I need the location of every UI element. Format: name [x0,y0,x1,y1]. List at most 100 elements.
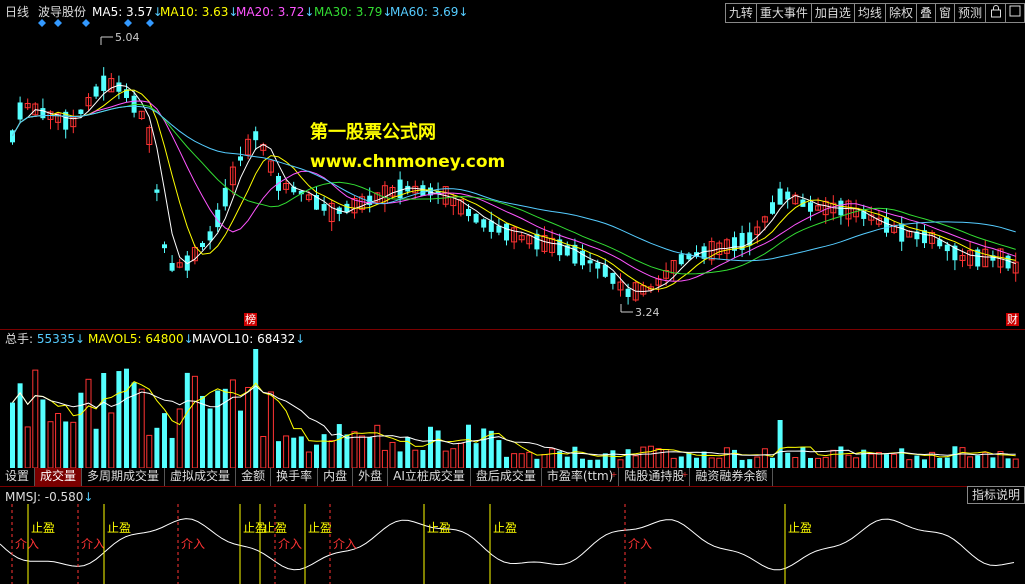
candle-body [1005,255,1011,269]
candle-body [625,288,631,297]
tab-amount[interactable]: 金额 [236,468,272,486]
volume-bar [830,449,837,468]
volume-bar [640,446,647,468]
volume-bar [381,449,388,468]
volume-bar [1005,458,1011,468]
mmsj-header: MMSJ: -0.580↓ [0,488,1025,504]
finance-tag-badge[interactable]: 财 [1006,313,1019,326]
tab-multi-period-volume[interactable]: 多周期成交量 [82,468,166,486]
volume-bar [154,427,160,468]
buy-in-label: 介入 [81,537,105,551]
price-chart-pane[interactable] [0,23,1025,329]
mavol10-value: 68432 [257,332,296,346]
mavol5-label: MAVOL5: [88,332,146,346]
volume-bar [40,399,46,468]
tab-inner-volume[interactable]: 内盘 [318,468,354,486]
total-volume-arrow-icon: ↓ [75,332,86,346]
volume-bar [952,446,958,468]
tab-northbound-holding[interactable]: 陆股通持股 + [619,468,691,486]
ma60-readout: MA60: 3.69↓ [390,5,468,19]
candle-body [93,86,99,97]
ma60-value: MA60: 3.69 [390,5,459,19]
volume-bar [906,459,913,468]
volume-bar [488,430,494,468]
volume-bar [670,457,677,468]
candle-body [587,260,593,264]
ma30-value: MA30: 3.79 [314,5,383,19]
ma20-arrow-icon: ↓ [304,5,315,19]
tab-pe-ttm[interactable]: 市盈率(ttm) + [541,468,620,486]
volume-bar [708,457,715,468]
volume-bar [564,456,570,468]
volume-bar [108,412,115,468]
candle-body [200,242,205,248]
ma20-line [12,100,1016,282]
volume-bar [770,457,775,468]
volume-bar [808,457,813,468]
ma20-value: MA20: 3.72 [236,5,305,19]
volume-bar [884,454,889,468]
candle-body [162,244,167,249]
volume-bar [632,455,639,468]
volume-bar [305,451,312,468]
high-price-label: 5.04 [115,31,140,44]
candle-body [238,156,243,161]
volume-bar [625,449,631,468]
candle-body [17,102,23,120]
tab-virtual-volume[interactable]: 虚拟成交量 [165,468,237,486]
take-profit-label: 止盈 [788,521,812,535]
volume-bar [595,459,601,468]
candle-body [504,223,509,241]
volume-bar [457,442,464,468]
ma10-value: MA10: 3.63 [160,5,229,19]
tab-turnover[interactable]: 换手率 [271,468,319,486]
volume-bar [101,373,107,468]
volume-bar [260,435,267,468]
volume-bar [975,455,981,468]
volume-bar [875,451,882,468]
candle-body [78,109,84,115]
volume-bars [10,349,1019,468]
candle-body [481,219,487,228]
volume-bar [822,456,829,468]
tab-plus-icon: + [610,470,618,479]
volume-bar [754,456,761,468]
mmsj-arrow-icon: ↓ [83,490,94,504]
volume-header: 总手: 55335↓ MAVOL5: 64800↓ MAVOL10: 68432… [0,330,1025,346]
tab-outer-volume[interactable]: 外盘 [353,468,389,486]
volume-chart-pane[interactable] [0,346,1025,468]
volume-bar [85,378,92,468]
ma10-readout: MA10: 3.63↓ [160,5,238,19]
tab-volume[interactable]: 成交量 [35,468,83,486]
volume-bar [359,435,366,468]
indicator-help-button[interactable]: 指标说明 [966,486,1025,504]
volume-bar [397,451,403,468]
volume-bar [328,440,335,468]
volume-bar [1012,458,1019,468]
take-profit-label: 止盈 [493,521,517,535]
volume-bar [792,456,799,468]
list-tag-badge[interactable]: 榜 [244,313,257,326]
volume-bar [504,456,509,468]
mavol10-label: MAVOL10: [192,332,258,346]
volume-bar [838,446,844,468]
tab-settings[interactable]: 设置 [0,468,36,486]
tab-margin-balance[interactable]: 融资融券余额 [690,468,774,486]
candle-body [534,233,540,250]
volume-bar [367,437,373,468]
candle-body [116,82,122,92]
period-label[interactable]: 日线 [5,5,29,19]
mmsj-indicator-pane[interactable]: 介入止盈介入止盈介入止盈止盈介入止盈介入止盈 止盈介入止盈 [0,504,1025,584]
ma5-value: MA5: 3.57 [92,5,153,19]
candle-body [40,108,46,119]
ma60-arrow-icon: ↓ [458,5,469,19]
candle-body [321,204,327,211]
volume-bar [914,455,920,468]
candle-body [222,187,228,207]
volume-bar [253,349,259,468]
tab-ai-volume[interactable]: AI立桩成交量 [388,468,471,486]
volume-bar [587,459,593,468]
volume-bar [959,447,966,468]
volume-bar [617,459,624,468]
tab-after-hours-volume[interactable]: 盘后成交量 [470,468,542,486]
